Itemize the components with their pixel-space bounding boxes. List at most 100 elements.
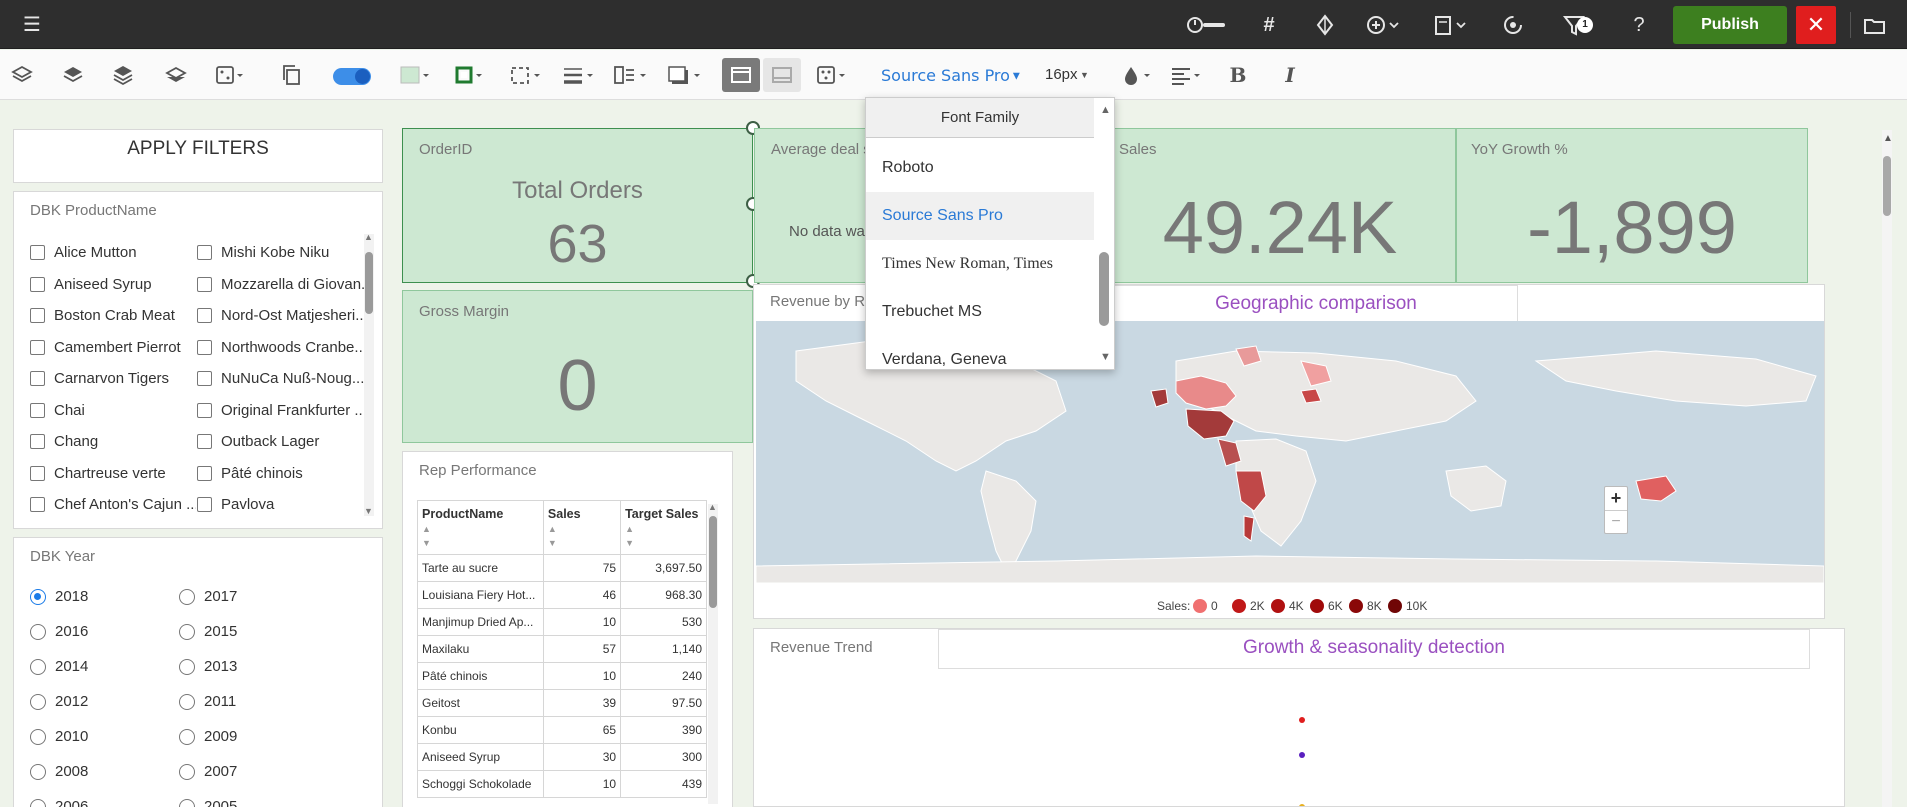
product-option-label[interactable]: Camembert Pierrot [54,339,196,356]
product-option-label[interactable]: Chartreuse verte [54,465,196,482]
font-option[interactable]: Roboto [866,144,1094,192]
diamond-icon[interactable] [1312,12,1338,38]
trend-dot[interactable] [1299,717,1305,723]
font-option[interactable]: Times New Roman, Times [866,240,1094,288]
year-radio[interactable] [179,799,195,807]
border-style-icon[interactable] [508,62,544,88]
table-row[interactable]: Pâté chinois 10 240 [417,662,707,690]
year-radio[interactable] [179,694,195,710]
year-option-label[interactable]: 2017 [204,588,237,605]
year-radio[interactable] [30,589,46,605]
product-option-label[interactable]: Mishi Kobe Niku [221,244,373,261]
help-icon[interactable]: ? [1626,12,1652,38]
product-checkbox[interactable] [30,308,45,323]
kpi-sales[interactable]: Sales 49.24K [1104,128,1456,283]
font-option[interactable]: Trebuchet MS [866,288,1094,336]
kpi-total-orders[interactable]: OrderID Total Orders 63 [402,128,753,283]
year-option-label[interactable]: 2010 [55,728,88,745]
font-family-select[interactable]: Source Sans Pro ▼ [881,66,1020,85]
product-option-label[interactable]: Boston Crab Meat [54,307,196,324]
year-option-label[interactable]: 2015 [204,623,237,640]
random-dice-icon[interactable] [214,62,246,88]
text-align-icon[interactable] [1169,62,1205,88]
table-row[interactable]: Schoggi Schokolade 10 439 [417,770,707,798]
year-radio[interactable] [30,799,46,807]
product-option-label[interactable]: Northwoods Cranbe... [221,339,373,356]
year-radio[interactable] [30,764,46,780]
product-option-label[interactable]: Original Frankfurter ... [221,402,373,419]
open-folder-icon[interactable] [1862,12,1888,38]
product-option-label[interactable]: Aniseed Syrup [54,276,196,293]
year-option-label[interactable]: 2006 [55,798,88,807]
year-option-label[interactable]: 2016 [55,623,88,640]
layout-compact-button[interactable] [763,58,801,92]
shadow-icon[interactable] [666,62,704,88]
text-color-icon[interactable] [1120,62,1156,88]
year-radio[interactable] [179,624,195,640]
product-checkbox[interactable] [197,245,212,260]
trend-plot[interactable] [754,669,1845,807]
fill-color-picker[interactable] [399,62,431,88]
trend-dot[interactable] [1299,752,1305,758]
rep-table-scrollbar[interactable] [708,504,718,804]
product-option-label[interactable]: Mozzarella di Giovan... [221,276,373,293]
product-option-label[interactable]: Outback Lager [221,433,373,450]
add-menu-icon[interactable] [1364,12,1406,38]
bold-button[interactable]: B [1227,62,1249,88]
year-option-label[interactable]: 2014 [55,658,88,675]
product-checkbox[interactable] [197,497,212,512]
product-checkbox[interactable] [30,276,45,292]
layers-icon[interactable] [9,62,35,88]
year-radio[interactable] [30,659,46,675]
product-checkbox[interactable] [197,339,212,355]
table-row[interactable]: Maxilaku 57 1,140 [417,635,707,663]
table-row[interactable]: Tarte au sucre 75 3,697.50 [417,554,707,582]
product-checkbox[interactable] [197,402,212,418]
product-checkbox[interactable] [30,402,45,418]
padding-icon[interactable] [612,62,650,88]
product-checkbox[interactable] [30,371,45,386]
border-color-picker[interactable] [454,62,486,88]
year-option-label[interactable]: 2012 [55,693,88,710]
grid-hash-icon[interactable]: # [1256,12,1282,38]
close-button[interactable]: ✕ [1796,6,1836,44]
table-row[interactable]: Konbu 65 390 [417,716,707,744]
product-checkbox[interactable] [30,245,45,260]
year-radio[interactable] [30,729,46,745]
page-scrollbar[interactable] [1882,130,1892,807]
font-size-select[interactable]: 16px ▼ [1045,66,1089,83]
column-header[interactable]: Target Sales ▲ ▼ [620,500,707,555]
product-option-label[interactable]: Pâté chinois [221,465,373,482]
table-row[interactable]: Manjimup Dried Ap... 10 530 [417,608,707,636]
product-option-label[interactable]: Chai [54,402,196,419]
product-checkbox[interactable] [30,465,45,481]
year-option-label[interactable]: 2013 [204,658,237,675]
product-checkbox[interactable] [197,308,212,323]
page-menu-icon[interactable] [1431,12,1473,38]
product-checkbox[interactable] [197,276,212,292]
column-header[interactable]: Sales ▲ ▼ [542,500,622,555]
bring-forward-icon[interactable] [60,62,86,88]
send-backward-icon[interactable] [163,62,189,88]
year-radio[interactable] [179,764,195,780]
bring-to-front-icon[interactable] [110,62,136,88]
zoom-in-button[interactable]: + [1605,487,1627,511]
product-option-label[interactable]: Chef Anton's Cajun ... [54,496,196,513]
dice-menu-icon[interactable] [815,62,849,88]
product-checkbox[interactable] [30,434,45,449]
year-option-label[interactable]: 2005 [204,798,237,807]
year-radio[interactable] [30,624,46,640]
timer-toggle-icon[interactable] [1186,12,1228,38]
product-option-label[interactable]: Pavlova [221,496,373,513]
font-option[interactable]: Verdana, Geneva [866,336,1094,369]
product-option-label[interactable]: NuNuCa Nuß-Noug... [221,370,373,387]
font-option[interactable]: Source Sans Pro [866,192,1094,240]
publish-button[interactable]: Publish [1673,6,1787,44]
hamburger-menu-icon[interactable]: ☰ [19,12,45,38]
zoom-out-button[interactable]: − [1605,511,1627,534]
year-radio[interactable] [30,694,46,710]
italic-button[interactable]: I [1279,62,1301,88]
year-option-label[interactable]: 2007 [204,763,237,780]
kpi-gross-margin[interactable]: Gross Margin 0 [402,290,753,443]
product-checkbox[interactable] [30,339,45,355]
